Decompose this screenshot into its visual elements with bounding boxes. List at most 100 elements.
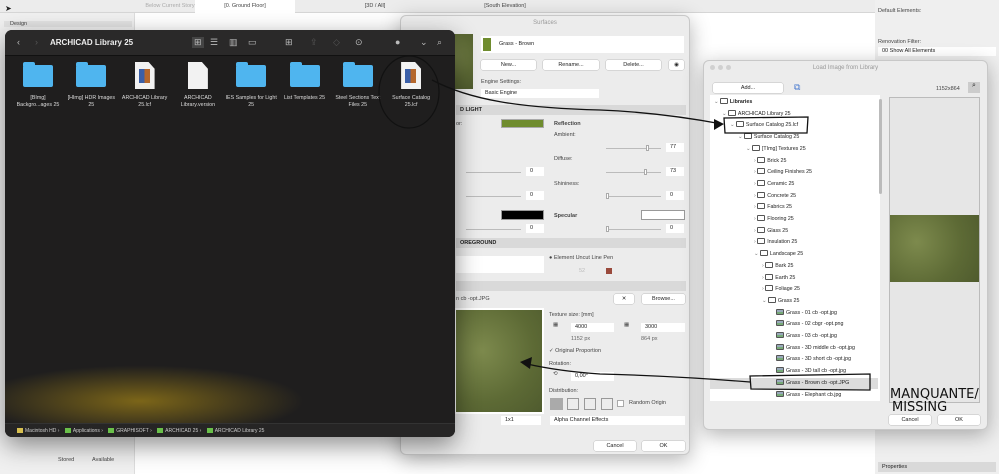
original-proportion-checkbox[interactable]: ✓ Original Proportion [549, 348, 601, 354]
tree-item[interactable]: ⌄ Landscape 25 [710, 249, 878, 261]
rename-button[interactable]: Rename... [543, 60, 599, 70]
specular-slider[interactable] [606, 226, 661, 232]
chevron-down-icon[interactable]: ⌄ [420, 37, 428, 48]
finder-item[interactable]: Steel Sections Text Files 25 [332, 62, 384, 109]
renovation-filter-select[interactable]: 00 Show All Elements [878, 47, 996, 56]
tree-item[interactable]: › Flooring 25 [710, 214, 878, 226]
tree-item[interactable]: ⌄ Libraries [710, 97, 878, 109]
finder-item[interactable]: [BImg] Backgro...ages 25 [12, 62, 64, 109]
finder-item[interactable]: ARCHICAD Library 25.lcf [119, 62, 171, 109]
distribution-option-3[interactable] [584, 398, 596, 410]
texture-width-field[interactable]: 4000 [571, 323, 614, 332]
tree-item[interactable]: › Ceramic 25 [710, 179, 878, 191]
arrow-tool-icon[interactable]: ➤ [5, 4, 12, 13]
new-button[interactable]: New... [481, 60, 536, 70]
design-section[interactable]: Design [4, 21, 132, 27]
tree-item[interactable]: › Fabrics 25 [710, 202, 878, 214]
remove-texture-button[interactable]: ✕ [614, 294, 634, 304]
dropbox-icon[interactable]: ● [395, 37, 400, 47]
finder-item[interactable]: IES Samples for Light 25 [225, 62, 277, 109]
ambient-slider[interactable] [606, 145, 661, 151]
tree-item[interactable]: Grass - 02 cbgr -opt.png [710, 319, 878, 331]
forward-icon[interactable]: › [35, 37, 38, 47]
pen-number[interactable]: 52 [579, 268, 585, 274]
left-value-2[interactable]: 0 [526, 191, 544, 200]
gallery-view-icon[interactable]: ▭ [248, 37, 257, 48]
tree-item[interactable]: Grass - 3D middle cb -opt.jpg [710, 343, 878, 355]
diffuse-slider[interactable] [606, 169, 661, 175]
list-view-icon[interactable]: ☰ [210, 37, 218, 48]
left-slider-3[interactable] [466, 229, 521, 230]
tree-item[interactable]: Grass - Elephant cb.jpg [710, 390, 878, 402]
tree-item[interactable]: Grass - 3D tall cb -opt.jpg [710, 366, 878, 378]
breadcrumb-item[interactable]: GRAPHISOFT [116, 428, 148, 434]
tab-ground-floor[interactable]: [0. Ground Floor] [195, 0, 295, 13]
texture-section-header[interactable] [456, 281, 686, 291]
globe-icon[interactable]: ◉ [669, 60, 684, 70]
tiling-select[interactable]: 1x1 [501, 416, 541, 425]
tree-item[interactable]: › Bark 25 [710, 261, 878, 273]
distribution-option-4[interactable] [601, 398, 613, 410]
alpha-channel-effects[interactable]: Alpha Channel Effects [550, 416, 685, 425]
finder-item[interactable]: [HImg] HDR Images 25 [65, 62, 117, 109]
tag-icon[interactable]: ◇ [333, 37, 340, 48]
tree-item[interactable]: ⌄ Grass 25 [710, 296, 878, 308]
breadcrumb-item[interactable]: ARCHICAD Library 25 [215, 428, 265, 434]
delete-button[interactable]: Delete... [606, 60, 661, 70]
light-section-header[interactable]: D LIGHT [456, 105, 686, 115]
load-cancel-button[interactable]: Cancel [889, 415, 931, 425]
tree-scrollbar[interactable] [879, 99, 882, 194]
breadcrumb-item[interactable]: ARCHICAD 25 [165, 428, 198, 434]
finder-item[interactable]: List Templates 25 [279, 62, 331, 102]
add-button[interactable]: Add... [713, 83, 783, 93]
tree-item[interactable]: ⌄ Surface Catalog 25 [710, 132, 878, 144]
tree-item[interactable]: Grass - Brown cb -opt.JPG [710, 377, 878, 390]
specular-value[interactable]: 0 [666, 224, 684, 233]
emission-color-button[interactable] [501, 210, 544, 220]
library-manager-icon[interactable]: ⧉ [794, 82, 800, 93]
engine-select[interactable]: Basic Engine [481, 89, 599, 98]
finder-item[interactable]: ARCHICAD Library.version [172, 62, 224, 109]
surface-name-field[interactable]: Grass - Brown [481, 36, 684, 53]
group-icon[interactable]: ⊞ [285, 37, 293, 48]
load-ok-button[interactable]: OK [938, 415, 980, 425]
tree-item[interactable]: Grass - 3D short cb -opt.jpg [710, 354, 878, 366]
distribution-option-2[interactable] [567, 398, 579, 410]
shininess-slider[interactable] [606, 193, 661, 199]
tree-item[interactable]: › Glass 25 [710, 226, 878, 238]
breadcrumb-item[interactable]: Applications [73, 428, 100, 434]
tab-south-elevation[interactable]: [South Elevation] [470, 0, 540, 13]
finder-item[interactable]: Surface Catalog 25.lcf [385, 62, 437, 109]
shininess-value[interactable]: 0 [666, 191, 684, 200]
foreground-select[interactable] [456, 256, 544, 273]
pen-color-swatch[interactable] [606, 268, 612, 274]
story-selector[interactable]: Below Current Story [140, 0, 200, 13]
tree-item[interactable]: Grass - 01 cb -opt.jpg [710, 308, 878, 320]
uncut-line-pen-radio[interactable]: ● Element Uncut Line Pen [549, 255, 613, 261]
tree-item[interactable]: Grass - 03 cb -opt.jpg [710, 331, 878, 343]
tree-item[interactable]: › Insulation 25 [710, 237, 878, 249]
distribution-option-1[interactable] [550, 398, 563, 410]
ambient-value[interactable]: 77 [666, 143, 684, 152]
share-icon[interactable]: ⇪ [310, 37, 318, 48]
more-icon[interactable]: ⊙ [355, 37, 363, 48]
tab-3d-all[interactable]: [3D / All] [340, 0, 410, 13]
texture-height-field[interactable]: 3000 [641, 323, 685, 332]
tree-item[interactable]: › Earth 25 [710, 273, 878, 285]
tree-item[interactable]: › Brick 25 [710, 156, 878, 168]
rotation-field[interactable]: 0,00° [571, 372, 614, 381]
specular-color-button[interactable] [641, 210, 685, 220]
left-value-3[interactable]: 0 [526, 224, 544, 233]
tree-item[interactable]: › Ceiling Finishes 25 [710, 167, 878, 179]
back-icon[interactable]: ‹ [17, 37, 20, 47]
surfaces-cancel-button[interactable]: Cancel [594, 441, 636, 451]
breadcrumb-item[interactable]: Macintosh HD [25, 428, 56, 434]
tree-item[interactable]: › Concrete 25 [710, 191, 878, 203]
left-slider-2[interactable] [466, 196, 521, 197]
left-value-1[interactable]: 0 [526, 167, 544, 176]
random-origin-checkbox[interactable] [617, 400, 624, 407]
foreground-section-header[interactable]: OREGROUND [456, 238, 686, 248]
browse-button[interactable]: Browse... [642, 294, 685, 304]
preview-icon[interactable]: ⌕ [968, 82, 980, 93]
column-view-icon[interactable]: ▥ [229, 37, 238, 48]
